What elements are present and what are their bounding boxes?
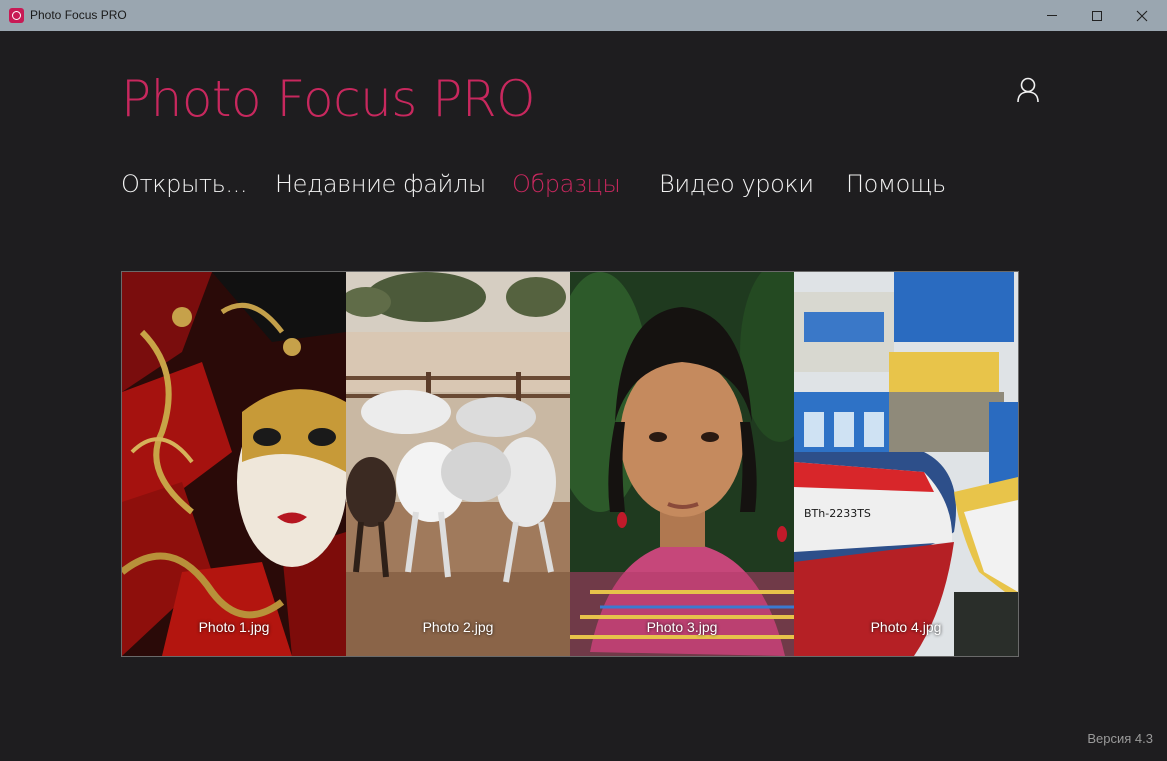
nav-recent-files[interactable]: Недавние файлы xyxy=(275,170,486,198)
app-logo-icon xyxy=(9,8,24,23)
version-label: Версия 4.3 xyxy=(1087,731,1153,746)
nav-samples[interactable]: Образцы xyxy=(512,170,621,198)
sample-photo-4-label: Photo 4.jpg xyxy=(870,619,942,635)
sample-photo-1-label: Photo 1.jpg xyxy=(198,619,270,635)
sample-photo-2[interactable]: Photo 2.jpg xyxy=(346,272,570,656)
svg-text:BTh-2233TS: BTh-2233TS xyxy=(804,507,871,520)
mask-photo-image xyxy=(122,272,346,656)
sample-photo-2-label: Photo 2.jpg xyxy=(422,619,494,635)
nav-open[interactable]: Открыть... xyxy=(121,170,248,198)
sample-photo-1[interactable]: Photo 1.jpg xyxy=(122,272,346,656)
close-icon xyxy=(1136,10,1148,21)
minimize-button[interactable] xyxy=(1029,0,1075,31)
sample-gallery: Photo 1.jpg Photo 2.jpg Photo 3.jpg BTh-… xyxy=(121,271,1019,657)
boats-photo-image: BTh-2233TS xyxy=(794,272,1018,656)
horses-photo-image xyxy=(346,272,570,656)
nav-help[interactable]: Помощь xyxy=(846,170,946,198)
sample-photo-4[interactable]: BTh-2233TS Photo 4.jpg xyxy=(794,272,1018,656)
minimize-icon xyxy=(1047,15,1057,16)
sample-photo-3[interactable]: Photo 3.jpg xyxy=(570,272,794,656)
window-titlebar[interactable]: Photo Focus PRO xyxy=(0,0,1167,31)
sample-photo-3-label: Photo 3.jpg xyxy=(646,619,718,635)
window-title: Photo Focus PRO xyxy=(30,8,127,22)
maximize-button[interactable] xyxy=(1074,0,1120,31)
close-button[interactable] xyxy=(1119,0,1165,31)
app-title: Photo Focus PRO xyxy=(121,70,535,128)
portrait-photo-image xyxy=(570,272,794,656)
nav-video-tutorials[interactable]: Видео уроки xyxy=(659,170,814,198)
user-icon[interactable] xyxy=(1016,77,1040,103)
maximize-icon xyxy=(1092,10,1102,21)
